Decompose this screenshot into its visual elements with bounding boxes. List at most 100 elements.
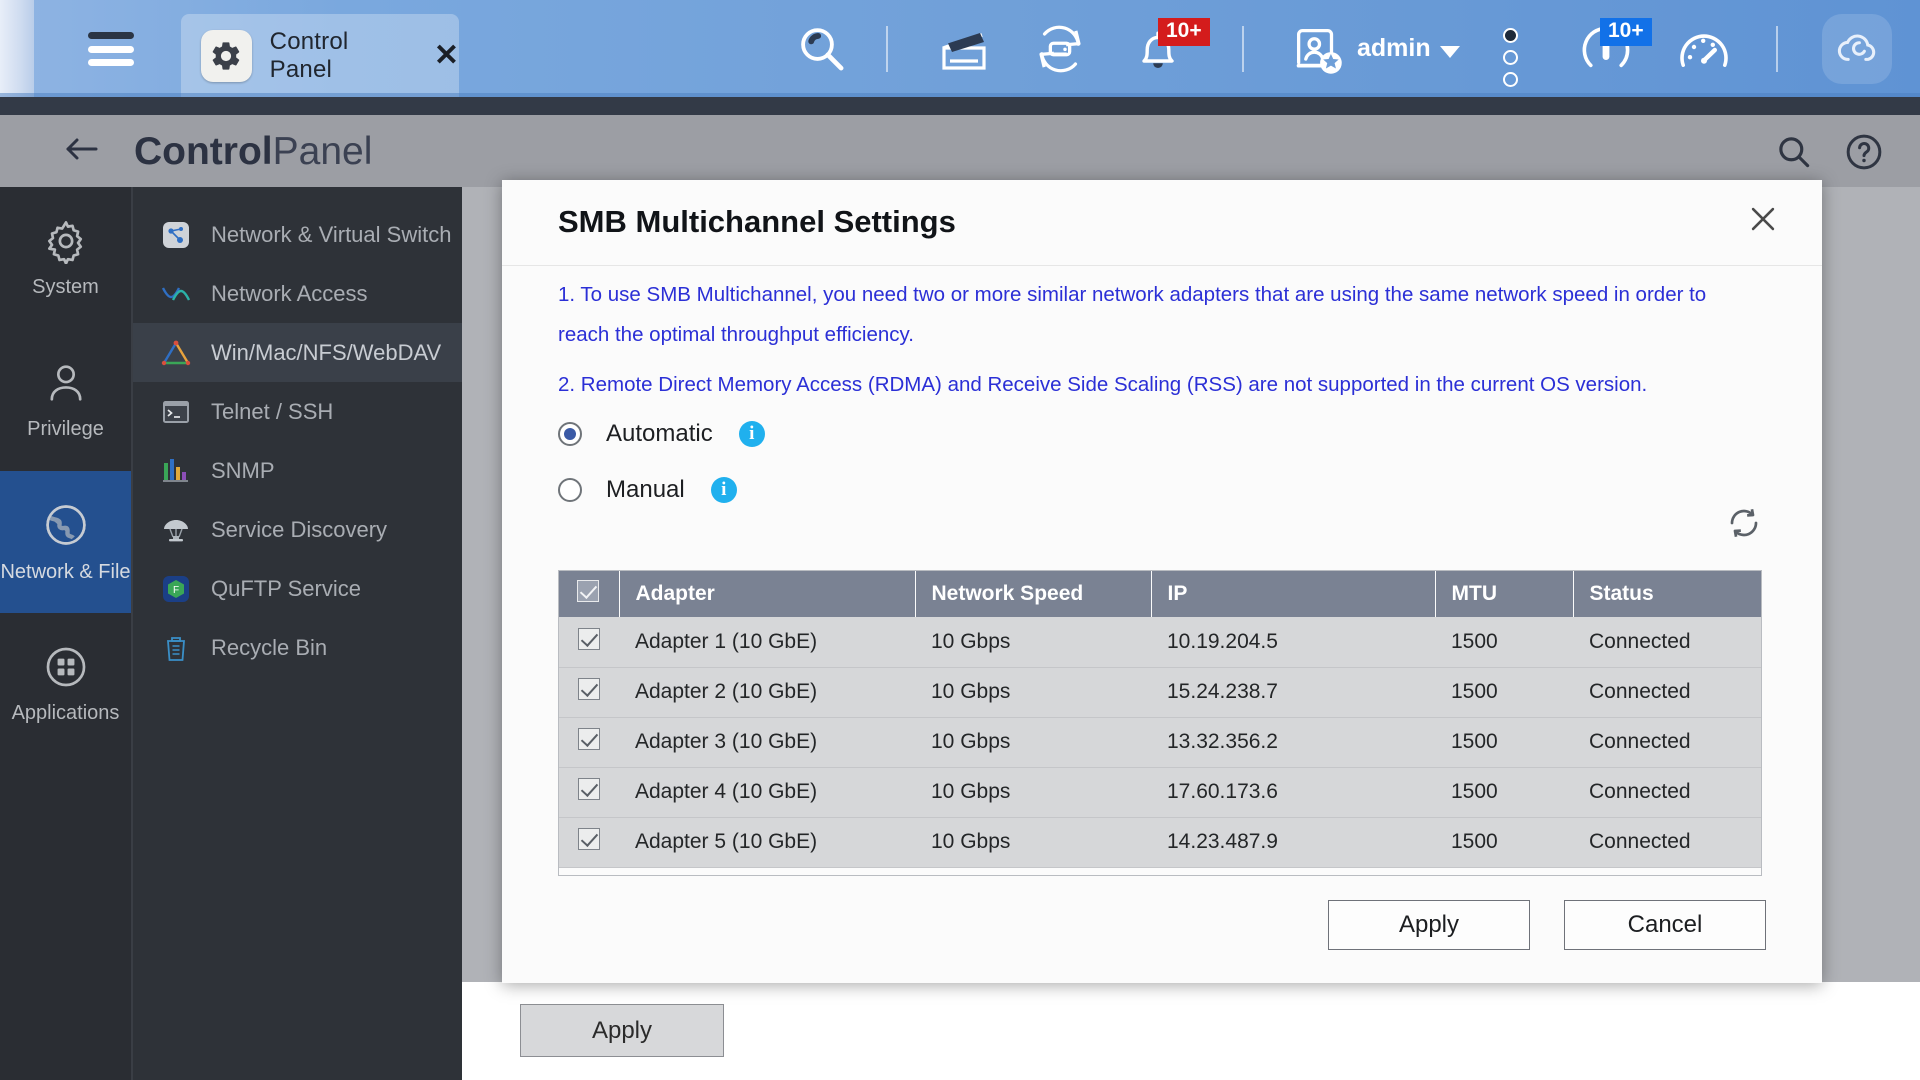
backup-sync-icon[interactable] xyxy=(1032,22,1088,81)
terminal-icon xyxy=(159,395,193,429)
page-apply-button[interactable]: Apply xyxy=(520,1004,724,1057)
page-title-bold: Control xyxy=(134,130,273,173)
row-checkbox[interactable] xyxy=(578,828,600,850)
refresh-icon[interactable] xyxy=(1726,505,1762,546)
file-manager-icon[interactable] xyxy=(938,22,994,81)
column-ip: IP xyxy=(1151,571,1435,617)
menu-item-telnet-ssh[interactable]: Telnet / SSH xyxy=(133,382,462,441)
menu-item-network-access[interactable]: Network Access xyxy=(133,264,462,323)
hamburger-icon[interactable] xyxy=(88,32,134,66)
cell-mtu: 1500 xyxy=(1435,717,1573,767)
cancel-button[interactable]: Cancel xyxy=(1564,900,1766,950)
menu-item-recycle-bin[interactable]: Recycle Bin xyxy=(133,618,462,677)
cell-status: Connected xyxy=(1573,767,1762,817)
tab-label: Control Panel xyxy=(270,28,414,84)
cell-ip: 10.19.204.5 xyxy=(1151,617,1435,667)
select-all-checkbox[interactable] xyxy=(577,580,599,602)
snmp-chart-icon xyxy=(159,454,193,488)
row-checkbox[interactable] xyxy=(578,728,600,750)
dialog-title: SMB Multichannel Settings xyxy=(558,204,956,240)
page-header: ControlPanel xyxy=(0,115,1920,187)
sidebar-item-applications[interactable]: Applications xyxy=(0,613,131,755)
cell-mtu: 1500 xyxy=(1435,667,1573,717)
topbar-left-edge xyxy=(0,0,34,97)
sidebar-item-privilege[interactable]: Privilege xyxy=(0,329,131,471)
menu-item-snmp[interactable]: SNMP xyxy=(133,441,462,500)
table-row[interactable]: Adapter 3 (10 GbE)10 Gbps13.32.356.21500… xyxy=(559,717,1762,767)
menu-item-network-virtual-switch[interactable]: Network & Virtual Switch xyxy=(133,205,462,264)
back-arrow-icon[interactable] xyxy=(62,134,102,169)
chevron-down-icon[interactable] xyxy=(1440,46,1460,58)
cell-network-speed: 10 Gbps xyxy=(915,617,1151,667)
cell-status: Connected xyxy=(1573,667,1762,717)
row-select-cell[interactable] xyxy=(559,667,619,717)
row-select-cell[interactable] xyxy=(559,617,619,667)
cloud-icon[interactable] xyxy=(1822,14,1892,84)
table-row[interactable]: Adapter 4 (10 GbE)10 Gbps17.60.173.61500… xyxy=(559,767,1762,817)
close-icon[interactable]: ✕ xyxy=(434,41,459,71)
apply-button[interactable]: Apply xyxy=(1328,900,1530,950)
row-checkbox[interactable] xyxy=(578,778,600,800)
table-body: Adapter 1 (10 GbE)10 Gbps10.19.204.51500… xyxy=(559,617,1762,867)
tab-control-panel[interactable]: Control Panel ✕ xyxy=(181,14,459,97)
quftp-icon: F xyxy=(159,572,193,606)
sidebar-item-network-file[interactable]: Network & File xyxy=(0,471,131,613)
table-row[interactable]: Adapter 1 (10 GbE)10 Gbps10.19.204.51500… xyxy=(559,617,1762,667)
column-network-speed: Network Speed xyxy=(915,571,1151,617)
dashboard-gauge-icon[interactable] xyxy=(1676,22,1732,83)
cell-ip: 15.24.238.7 xyxy=(1151,667,1435,717)
help-icon[interactable] xyxy=(1845,133,1883,176)
protocols-icon xyxy=(159,336,193,370)
column-mtu: MTU xyxy=(1435,571,1573,617)
menu-item-label: Recycle Bin xyxy=(211,635,327,661)
radio-manual-row[interactable]: Manual i xyxy=(558,476,737,504)
dark-strip xyxy=(0,97,1920,115)
close-icon[interactable] xyxy=(1746,202,1780,236)
user-admin-icon[interactable] xyxy=(1288,20,1346,83)
cell-adapter: Adapter 2 (10 GbE) xyxy=(619,667,915,717)
smb-multichannel-dialog: SMB Multichannel Settings 1. To use SMB … xyxy=(502,180,1822,983)
radio-automatic-row[interactable]: Automatic i xyxy=(558,420,765,448)
recycle-bin-icon xyxy=(159,631,193,665)
radio-manual[interactable] xyxy=(558,478,582,502)
sidebar-item-label: System xyxy=(32,276,99,299)
gear-icon xyxy=(201,30,252,82)
search-icon[interactable] xyxy=(795,22,849,81)
row-select-cell[interactable] xyxy=(559,767,619,817)
menu-item-label: Win/Mac/NFS/WebDAV xyxy=(211,340,441,366)
cell-mtu: 1500 xyxy=(1435,817,1573,867)
row-checkbox[interactable] xyxy=(578,678,600,700)
sidebar-item-system[interactable]: System xyxy=(0,187,131,329)
info-icon[interactable]: i xyxy=(739,421,765,447)
search-icon[interactable] xyxy=(1775,133,1813,176)
cell-network-speed: 10 Gbps xyxy=(915,667,1151,717)
network-switch-icon xyxy=(159,218,193,252)
toolbar-divider-2 xyxy=(1242,26,1244,72)
sidebar-rail: System Privilege Network & File Applicat… xyxy=(0,187,131,1080)
cell-adapter: Adapter 4 (10 GbE) xyxy=(619,767,915,817)
toolbar-divider-3 xyxy=(1776,26,1778,72)
admin-username[interactable]: admin xyxy=(1357,34,1431,63)
page-title-light: Panel xyxy=(273,130,373,173)
menu-item-label: Telnet / SSH xyxy=(211,399,333,425)
row-select-cell[interactable] xyxy=(559,717,619,767)
bell-badge: 10+ xyxy=(1158,18,1210,46)
menu-item-label: QuFTP Service xyxy=(211,576,361,602)
radio-automatic[interactable] xyxy=(558,422,582,446)
table-row[interactable]: Adapter 5 (10 GbE)10 Gbps14.23.487.91500… xyxy=(559,817,1762,867)
menu-item-win-mac-nfs-webdav[interactable]: Win/Mac/NFS/WebDAV xyxy=(133,323,462,382)
dialog-footer: Apply Cancel xyxy=(1328,900,1766,950)
table-header-row: Adapter Network Speed IP MTU Status xyxy=(559,571,1762,617)
table-row[interactable]: Adapter 2 (10 GbE)10 Gbps15.24.238.71500… xyxy=(559,667,1762,717)
menu-item-label: SNMP xyxy=(211,458,275,484)
row-checkbox[interactable] xyxy=(578,628,600,650)
more-options-icon[interactable] xyxy=(1503,28,1518,87)
menu-item-quftp-service[interactable]: F QuFTP Service xyxy=(133,559,462,618)
cell-adapter: Adapter 3 (10 GbE) xyxy=(619,717,915,767)
select-all-header[interactable] xyxy=(559,571,619,617)
radio-automatic-label: Automatic xyxy=(606,420,713,448)
row-select-cell[interactable] xyxy=(559,817,619,867)
dialog-header: SMB Multichannel Settings xyxy=(502,180,1822,266)
info-icon[interactable]: i xyxy=(711,477,737,503)
menu-item-service-discovery[interactable]: Service Discovery xyxy=(133,500,462,559)
